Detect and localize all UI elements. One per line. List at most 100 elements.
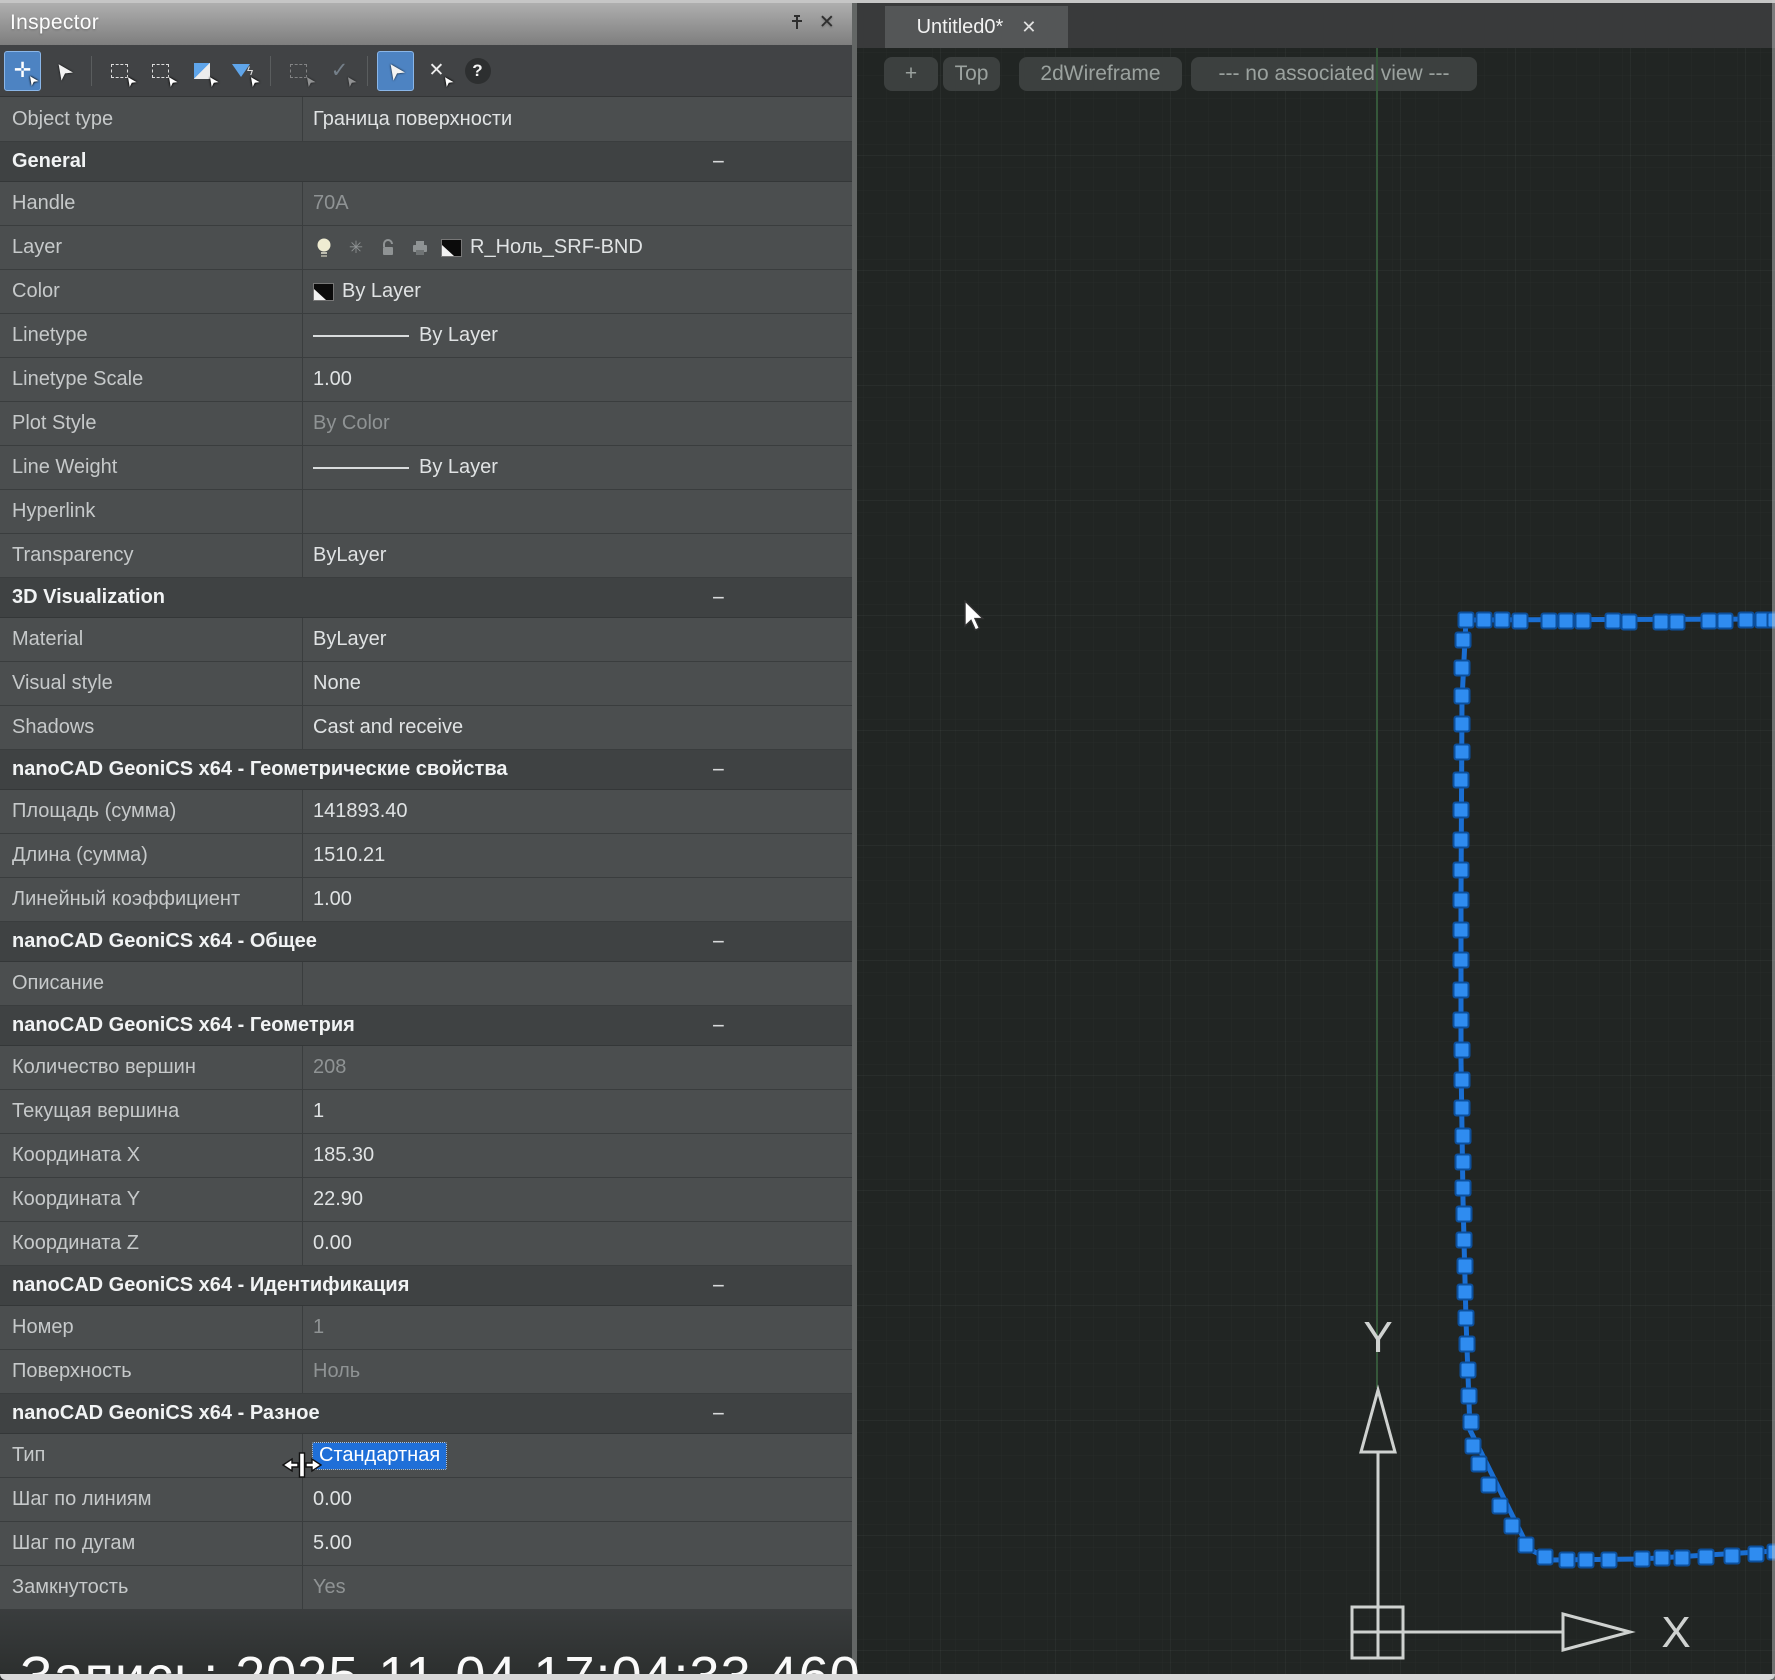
property-row[interactable]: Номер1 bbox=[0, 1306, 852, 1350]
pointer-select-button[interactable]: ➤ bbox=[45, 51, 82, 91]
section-header[interactable]: nanoCAD GeoniCS x64 - Идентификация− bbox=[0, 1266, 852, 1306]
layer-color-swatch[interactable] bbox=[441, 239, 462, 257]
property-row[interactable]: Line WeightBy Layer bbox=[0, 446, 852, 490]
property-value[interactable]: ByLayer bbox=[302, 618, 852, 661]
collapse-icon[interactable]: − bbox=[712, 1266, 725, 1305]
property-value[interactable]: 70A bbox=[302, 182, 852, 225]
property-value[interactable]: 0.00 bbox=[302, 1478, 852, 1521]
property-row[interactable]: Object typeГраница поверхности bbox=[0, 97, 852, 142]
collapse-icon[interactable]: − bbox=[712, 922, 725, 961]
visual-style-button[interactable]: 2dWireframe bbox=[1019, 57, 1182, 91]
property-value[interactable]: 141893.40 bbox=[302, 790, 852, 833]
property-row[interactable]: ТипСтандартная bbox=[0, 1434, 852, 1478]
collapse-icon[interactable]: − bbox=[712, 578, 725, 617]
property-row[interactable]: Visual styleNone bbox=[0, 662, 852, 706]
color-swatch[interactable] bbox=[313, 283, 334, 301]
property-value[interactable]: By Color bbox=[302, 402, 852, 445]
section-header[interactable]: General− bbox=[0, 142, 852, 182]
property-row[interactable]: Plot StyleBy Color bbox=[0, 402, 852, 446]
property-row[interactable]: Координата Y22.90 bbox=[0, 1178, 852, 1222]
close-icon[interactable]: ✕ bbox=[812, 8, 842, 38]
property-value[interactable]: None bbox=[302, 662, 852, 705]
property-value[interactable]: ✳R_Ноль_SRF-BND bbox=[302, 226, 852, 269]
property-value[interactable]: By Layer bbox=[302, 446, 852, 489]
section-header[interactable]: nanoCAD GeoniCS x64 - Геометрия − bbox=[0, 1006, 852, 1046]
property-row[interactable]: Hyperlink bbox=[0, 490, 852, 534]
collapse-icon[interactable]: − bbox=[712, 750, 725, 789]
property-label: Описание bbox=[0, 962, 302, 1005]
property-value[interactable]: 1.00 bbox=[302, 358, 852, 401]
property-value[interactable]: By Layer bbox=[302, 270, 852, 313]
property-label: Plot Style bbox=[0, 402, 302, 445]
section-title: nanoCAD GeoniCS x64 - Геометрия bbox=[12, 1014, 355, 1037]
property-value[interactable]: 1510.21 bbox=[302, 834, 852, 877]
quick-select-button[interactable]: ➤ bbox=[183, 51, 220, 91]
section-header[interactable]: nanoCAD GeoniCS x64 - Разное− bbox=[0, 1394, 852, 1434]
select-similar-button[interactable]: ➤ bbox=[280, 51, 317, 91]
viewport-menu-button[interactable]: + bbox=[884, 57, 938, 91]
property-value[interactable]: 5.00 bbox=[302, 1522, 852, 1565]
property-row[interactable]: Шаг по дугам5.00 bbox=[0, 1522, 852, 1566]
property-value[interactable]: Yes bbox=[302, 1566, 852, 1609]
help-button[interactable]: ? bbox=[459, 51, 496, 91]
property-value[interactable]: 1 bbox=[302, 1090, 852, 1133]
deselect-all-button[interactable]: ✕➤ bbox=[418, 51, 455, 91]
section-header[interactable]: nanoCAD GeoniCS x64 - Геометрические сво… bbox=[0, 750, 852, 790]
selection-filter-button[interactable]: ϟ➤ bbox=[224, 51, 261, 91]
property-value[interactable] bbox=[302, 490, 852, 533]
property-value[interactable]: 22.90 bbox=[302, 1178, 852, 1221]
property-row[interactable]: Описание bbox=[0, 962, 852, 1006]
property-value[interactable]: By Layer bbox=[302, 314, 852, 357]
drawing-canvas[interactable]: + Top 2dWireframe --- no associated view… bbox=[857, 48, 1775, 1680]
property-row[interactable]: Linetype Scale1.00 bbox=[0, 358, 852, 402]
property-row[interactable]: Шаг по линиям0.00 bbox=[0, 1478, 852, 1522]
property-row[interactable]: Координата Z0.00 bbox=[0, 1222, 852, 1266]
property-value[interactable]: Граница поверхности bbox=[302, 97, 852, 141]
property-row[interactable]: Layer✳R_Ноль_SRF-BND bbox=[0, 226, 852, 270]
crossing-select-button[interactable]: ➤ bbox=[142, 51, 179, 91]
property-value[interactable]: 1 bbox=[302, 1306, 852, 1349]
property-value[interactable]: Стандартная bbox=[302, 1434, 852, 1477]
layer-freeze-icon[interactable]: ✳ bbox=[345, 238, 367, 258]
property-value[interactable] bbox=[302, 962, 852, 1005]
property-value[interactable]: ByLayer bbox=[302, 534, 852, 577]
property-row[interactable]: ПоверхностьНоль bbox=[0, 1350, 852, 1394]
property-row[interactable]: ShadowsCast and receive bbox=[0, 706, 852, 750]
property-row[interactable]: Текущая вершина1 bbox=[0, 1090, 852, 1134]
collapse-icon[interactable]: − bbox=[712, 142, 725, 181]
layer-on-bulb-icon[interactable] bbox=[313, 237, 335, 259]
pointer-mode-button[interactable]: ➤ bbox=[377, 51, 414, 91]
document-tab[interactable]: Untitled0* ✕ bbox=[885, 6, 1068, 48]
property-value[interactable]: 185.30 bbox=[302, 1134, 852, 1177]
associated-view-button[interactable]: --- no associated view --- bbox=[1191, 57, 1477, 91]
property-value[interactable]: 208 bbox=[302, 1046, 852, 1089]
selected-value-editor[interactable]: Стандартная bbox=[313, 1443, 446, 1469]
property-value[interactable]: 1.00 bbox=[302, 878, 852, 921]
property-row[interactable]: Длина (сумма)1510.21 bbox=[0, 834, 852, 878]
property-row[interactable]: Площадь (сумма)141893.40 bbox=[0, 790, 852, 834]
add-to-selection-button[interactable]: ✛➤ bbox=[4, 51, 41, 91]
property-row[interactable]: TransparencyByLayer bbox=[0, 534, 852, 578]
pin-icon[interactable] bbox=[782, 8, 812, 38]
section-header[interactable]: nanoCAD GeoniCS x64 - Общее− bbox=[0, 922, 852, 962]
tab-close-icon[interactable]: ✕ bbox=[1021, 17, 1036, 38]
confirm-selection-button[interactable]: ✓➤ bbox=[321, 51, 358, 91]
view-direction-button[interactable]: Top bbox=[943, 57, 1000, 91]
property-row[interactable]: Линейный коэффициент1.00 bbox=[0, 878, 852, 922]
property-value[interactable]: Ноль bbox=[302, 1350, 852, 1393]
property-row[interactable]: ЗамкнутостьYes bbox=[0, 1566, 852, 1610]
property-row[interactable]: ColorBy Layer bbox=[0, 270, 852, 314]
window-select-button[interactable]: ➤ bbox=[101, 51, 138, 91]
property-row[interactable]: Количество вершин208 bbox=[0, 1046, 852, 1090]
property-row[interactable]: Координата X185.30 bbox=[0, 1134, 852, 1178]
section-header[interactable]: 3D Visualization− bbox=[0, 578, 852, 618]
property-value[interactable]: Cast and receive bbox=[302, 706, 852, 749]
collapse-icon[interactable]: − bbox=[712, 1006, 725, 1045]
collapse-icon[interactable]: − bbox=[712, 1394, 725, 1433]
property-row[interactable]: MaterialByLayer bbox=[0, 618, 852, 662]
layer-lock-icon[interactable] bbox=[377, 239, 399, 257]
property-row[interactable]: LinetypeBy Layer bbox=[0, 314, 852, 358]
layer-plot-icon[interactable] bbox=[409, 240, 431, 256]
property-row[interactable]: Handle70A bbox=[0, 182, 852, 226]
property-value[interactable]: 0.00 bbox=[302, 1222, 852, 1265]
